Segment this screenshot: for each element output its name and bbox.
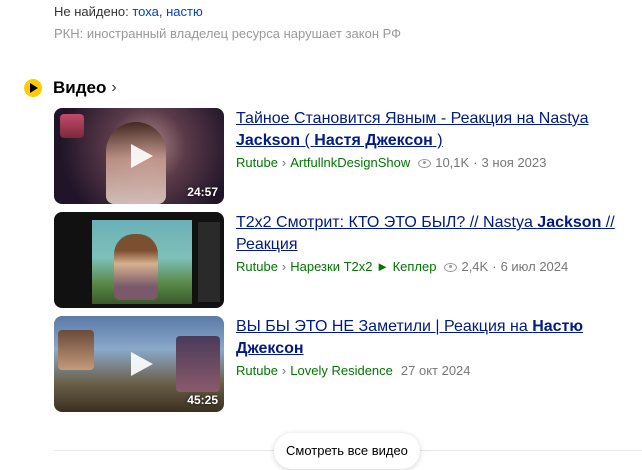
eye-icon: [444, 262, 458, 272]
video-title-link-1[interactable]: Тайное Становится Явным - Реакция на Nas…: [236, 108, 636, 152]
not-found-separator: ,: [158, 4, 163, 19]
chevron-right-icon: ›: [111, 79, 117, 96]
not-found-word-1[interactable]: тоха: [132, 4, 158, 19]
play-icon: [123, 348, 155, 380]
video-duration: 45:25: [187, 393, 218, 407]
video-section-header[interactable]: Видео ›: [24, 77, 117, 99]
video-play-icon: [24, 79, 42, 97]
breadcrumb-separator: ›: [281, 363, 287, 378]
rkn-notice: РКН: иностранный владелец ресурса наруша…: [54, 26, 402, 41]
thumbnail-inset-right: [176, 336, 220, 392]
not-found-word-2[interactable]: настю: [166, 4, 203, 19]
video-item-2: Т2х2 Смотрит: КТО ЭТО БЫЛ? // Nastya Jac…: [54, 212, 634, 308]
views-count: 2,4K: [461, 259, 489, 274]
video-views: 2,4K: [444, 259, 488, 275]
breadcrumb-separator: ›: [281, 155, 287, 170]
video-title-link-3[interactable]: ВЫ БЫ ЭТО НЕ Заметили | Реакция на Настю…: [236, 316, 636, 360]
video-item-1: 24:57 Тайное Становится Явным - Реакция …: [54, 108, 634, 204]
thumbnail-inset: [60, 114, 84, 138]
title-part: ): [432, 132, 443, 149]
video-meta-3: Rutube › Lovely Residence 27 окт 2024: [236, 363, 636, 379]
video-meta-1: Rutube › ArtfullnkDesignShow 10,1K · 3 н…: [236, 155, 636, 171]
video-views: 10,1K: [418, 155, 469, 171]
title-part: (: [300, 132, 315, 149]
video-thumbnail-3[interactable]: 45:25: [54, 316, 224, 412]
video-channel[interactable]: ArtfullnkDesignShow: [290, 155, 410, 171]
breadcrumb-separator: ›: [281, 259, 287, 274]
video-source[interactable]: Rutube: [236, 155, 278, 171]
thumbnail-chat-panel: [198, 222, 220, 302]
views-count: 10,1K: [435, 155, 470, 170]
date-separator: ·: [492, 259, 497, 274]
video-channel[interactable]: Lovely Residence: [290, 363, 393, 379]
video-meta-2: Rutube › Нарезки Т2х2 ► Кеплер 2,4K · 6 …: [236, 259, 636, 275]
video-title-link-2[interactable]: Т2х2 Смотрит: КТО ЭТО БЫЛ? // Nastya Jac…: [236, 212, 636, 256]
video-date: 3 ноя 2023: [481, 155, 547, 170]
not-found-line: Не найдено: тоха, настю: [54, 4, 203, 20]
thumbnail-child: [114, 234, 158, 300]
video-thumbnail-2[interactable]: [54, 212, 224, 308]
video-date: 27 окт 2024: [400, 363, 471, 378]
video-source[interactable]: Rutube: [236, 259, 278, 275]
title-part: Тайное Становится Явным - Реакция на Nas…: [236, 110, 589, 127]
video-item-3: 45:25 ВЫ БЫ ЭТО НЕ Заметили | Реакция на…: [54, 316, 634, 412]
see-all-videos-button[interactable]: Смотреть все видео: [274, 433, 420, 469]
title-part: ВЫ БЫ ЭТО НЕ Заметили | Реакция на: [236, 318, 533, 335]
video-thumbnail-1[interactable]: 24:57: [54, 108, 224, 204]
date-separator: ·: [473, 155, 478, 170]
not-found-label: Не найдено:: [54, 4, 129, 19]
video-source[interactable]: Rutube: [236, 363, 278, 379]
video-section-title: Видео: [53, 78, 107, 97]
eye-icon: [418, 158, 432, 168]
thumbnail-inset-left: [58, 330, 94, 370]
video-channel[interactable]: Нарезки Т2х2 ► Кеплер: [290, 259, 436, 275]
title-highlight: Jackson: [537, 214, 602, 231]
title-part: Т2х2 Смотрит: КТО ЭТО БЫЛ? // Nastya: [236, 214, 538, 231]
play-icon: [123, 140, 155, 172]
title-highlight: Настя Джексон: [314, 132, 433, 149]
video-duration: 24:57: [187, 185, 218, 199]
title-highlight: Jackson: [236, 132, 301, 149]
video-date: 6 июл 2024: [500, 259, 569, 274]
